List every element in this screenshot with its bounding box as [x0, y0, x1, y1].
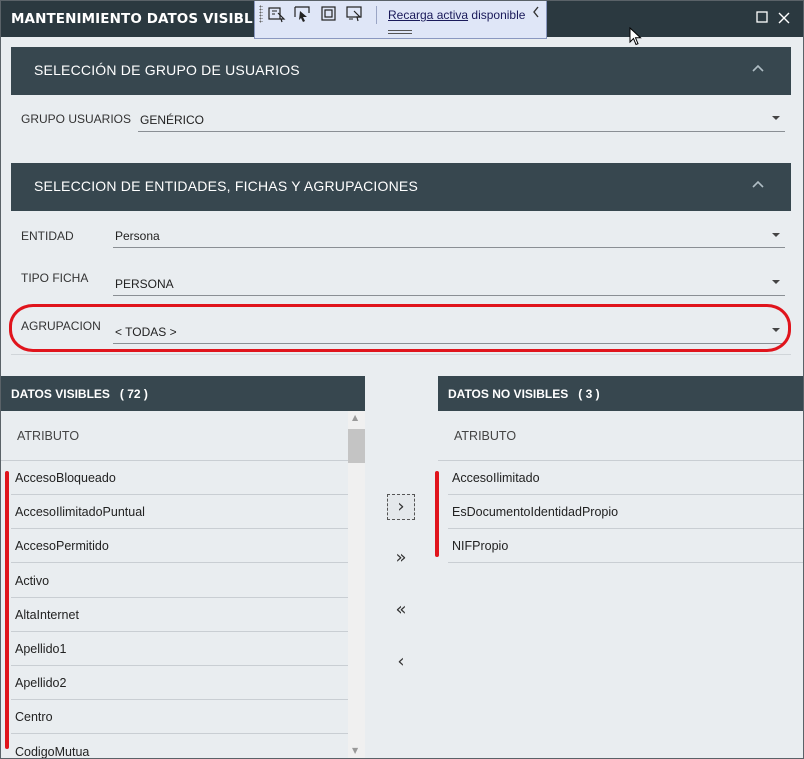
hot-reload-toolbar: Recarga activa disponible — [254, 1, 547, 39]
visible-attribute-row-label: AccesoPermitido — [15, 539, 109, 554]
visible-data-header: DATOS VISIBLES ( 72 ) — [1, 376, 365, 411]
annotation-highlight-oval — [9, 304, 791, 352]
hot-reload-status-text: disponible — [471, 8, 526, 22]
visible-attribute-row-label: Activo — [15, 573, 50, 588]
visible-attribute-row-label: Centro — [15, 710, 53, 725]
visible-attribute-row[interactable]: AccesoPermitido — [11, 529, 348, 564]
not-visible-data-header: DATOS NO VISIBLES ( 3 ) — [438, 376, 803, 411]
visible-list-scrollbar[interactable]: ▲ ▼ — [348, 411, 365, 758]
not-visible-data-title: DATOS NO VISIBLES ( 3 ) — [448, 387, 600, 401]
frame-icon[interactable] — [319, 5, 341, 25]
entity-section-header[interactable]: SELECCION DE ENTIDADES, FICHAS Y AGRUPAC… — [11, 163, 791, 211]
move-left-button[interactable]: ‹ — [387, 650, 415, 676]
visible-column-header[interactable]: ATRIBUTO — [17, 429, 79, 443]
group-users-label: GRUPO USUARIOS — [21, 112, 132, 126]
entity-section-title: SELECCION DE ENTIDADES, FICHAS Y AGRUPAC… — [34, 178, 418, 194]
section-divider — [11, 354, 791, 355]
visible-attribute-row-label: Apellido2 — [15, 676, 67, 691]
visible-attribute-row[interactable]: Centro — [11, 700, 348, 735]
visible-attribute-row[interactable]: Apellido2 — [11, 666, 348, 701]
maximize-icon[interactable] — [753, 10, 771, 28]
not-visible-attribute-row-label: EsDocumentoIdentidadPropio — [452, 505, 619, 520]
move-all-left-button[interactable]: « — [387, 598, 415, 624]
visible-data-title: DATOS VISIBLES ( 72 ) — [11, 387, 148, 401]
annotation-bar-left — [5, 471, 9, 749]
visible-attribute-row[interactable]: Activo — [11, 564, 348, 598]
hot-reload-status: Recarga activa disponible — [388, 8, 525, 22]
move-right-button[interactable]: › — [387, 494, 415, 520]
annotation-bar-right — [435, 471, 439, 557]
scroll-up-icon[interactable]: ▲ — [352, 413, 358, 422]
window-title: MANTENIMIENTO DATOS VISIBLES — [11, 11, 272, 27]
entity-label: ENTIDAD — [21, 229, 74, 243]
scroll-thumb[interactable] — [348, 429, 365, 463]
visible-attribute-row-label: AccesoBloqueado — [15, 471, 116, 485]
not-visible-column-header[interactable]: ATRIBUTO — [454, 429, 516, 443]
visible-attribute-row[interactable]: CodigoMutua — [11, 735, 348, 759]
toolbar-grip-icon[interactable] — [259, 5, 263, 23]
tipo-ficha-underline — [113, 295, 785, 296]
hot-reload-link[interactable]: Recarga activa — [388, 8, 468, 22]
tipo-ficha-value[interactable]: PERSONA — [115, 277, 174, 291]
visible-attribute-row[interactable]: AltaInternet — [11, 598, 348, 632]
not-visible-attribute-row[interactable]: NIFPropio — [448, 529, 803, 564]
visible-attribute-row-label: AccesoIlimitadoPuntual — [15, 505, 145, 520]
select-element-icon[interactable] — [267, 5, 289, 25]
tipo-ficha-label: TIPO FICHA — [21, 271, 89, 285]
group-users-value[interactable]: GENÉRICO — [140, 113, 204, 127]
close-icon[interactable] — [775, 10, 793, 28]
visible-attribute-row[interactable]: AccesoBloqueado — [11, 461, 348, 495]
visible-attribute-row-label: Apellido1 — [15, 642, 67, 656]
not-visible-attribute-row[interactable]: AccesoIlimitado — [448, 461, 803, 495]
visible-attribute-row-label: AltaInternet — [15, 607, 79, 622]
toolbar-divider — [376, 6, 377, 24]
toolbar-drag-handle[interactable] — [388, 30, 412, 34]
group-section-title: SELECCIÓN DE GRUPO DE USUARIOS — [34, 62, 300, 78]
layout-adorner-icon[interactable] — [345, 5, 367, 25]
move-all-right-button[interactable]: » — [387, 546, 415, 572]
group-users-underline — [138, 131, 785, 132]
visible-attribute-row[interactable]: Apellido1 — [11, 632, 348, 666]
group-section-header[interactable]: SELECCIÓN DE GRUPO DE USUARIOS — [11, 47, 791, 95]
dropdown-arrow-icon[interactable] — [772, 116, 780, 120]
dropdown-arrow-icon[interactable] — [772, 233, 780, 237]
visible-attribute-row-label: CodigoMutua — [15, 744, 90, 759]
dropdown-arrow-icon[interactable] — [772, 280, 780, 284]
scroll-down-icon[interactable]: ▼ — [352, 746, 358, 755]
entity-underline — [113, 247, 785, 248]
pointer-select-icon[interactable] — [293, 5, 315, 25]
not-visible-attribute-row-label: AccesoIlimitado — [452, 471, 540, 485]
visible-attribute-row[interactable]: AccesoIlimitadoPuntual — [11, 495, 348, 530]
chevron-up-icon[interactable] — [751, 177, 765, 191]
not-visible-attribute-row-label: NIFPropio — [452, 539, 509, 554]
entity-value[interactable]: Persona — [115, 229, 160, 243]
chevron-left-icon[interactable] — [531, 5, 541, 23]
chevron-up-icon[interactable] — [751, 61, 765, 75]
not-visible-attribute-row[interactable]: EsDocumentoIdentidadPropio — [448, 495, 803, 530]
main-window: MANTENIMIENTO DATOS VISIBLES Recarga act… — [0, 0, 804, 759]
